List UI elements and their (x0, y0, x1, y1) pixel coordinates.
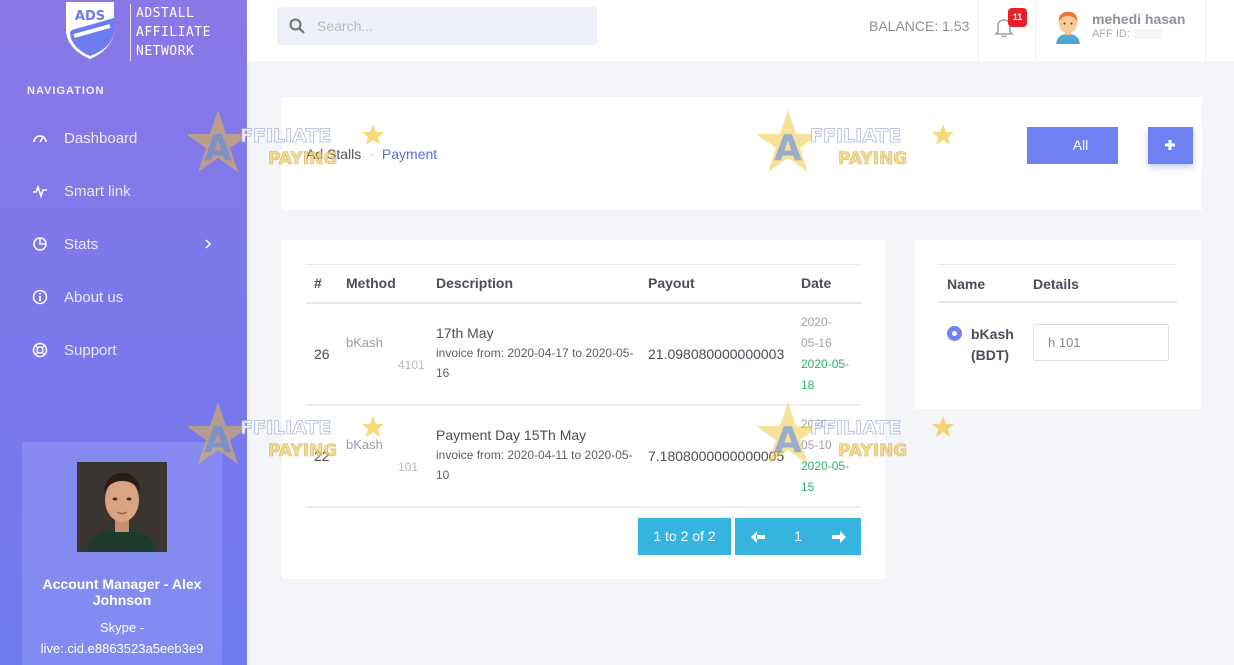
manager-skype-label: Skype - (99, 620, 145, 635)
table-row: 22 bKash 101 Payment Day 15Th May invoic… (306, 404, 861, 508)
aff-id: AFF ID: (1092, 28, 1162, 40)
date-primary: 2020-05-10 (801, 416, 832, 452)
description-invoice: invoice from: 2020-04-17 to 2020-05-16 (436, 345, 634, 380)
info-icon (32, 289, 48, 305)
breadcrumb: Ad Stalls · Payment (306, 146, 437, 162)
payment-method-name: bKash (BDT) (971, 326, 1014, 363)
table-header-row: # Method Description Payout Date (306, 264, 861, 304)
row-payout: 7.1808000000000005 (640, 404, 793, 508)
search-box (277, 7, 597, 45)
sidebar-item-label: About us (64, 288, 124, 306)
date-primary: 2020-05-16 (801, 314, 832, 350)
user-menu[interactable]: mehedi hasan AFF ID: (1036, 0, 1206, 61)
description-title: 17th May (436, 324, 494, 341)
sidebar: ADS ADSTALL AFFILIATE NETWORK NAVIGATION… (0, 0, 247, 665)
date-secondary: 2020-05-15 (801, 458, 850, 494)
add-button[interactable] (1148, 127, 1193, 164)
column-header-payout: Payout (640, 264, 793, 304)
method-number: 101 (398, 460, 419, 474)
date-secondary: 2020-05-18 (801, 356, 850, 392)
pagination-info: 1 to 2 of 2 (638, 518, 731, 555)
column-header-description: Description (428, 264, 640, 304)
brand-name: ADSTALL AFFILIATE NETWORK (130, 4, 211, 61)
row-method: bKash 101 (338, 404, 428, 508)
row-id: 26 (306, 302, 338, 406)
sidebar-item-support[interactable]: Support (0, 330, 247, 370)
pagination: 1 (735, 518, 861, 555)
svg-text:ADS: ADS (75, 9, 105, 24)
sidebar-item-stats[interactable]: Stats (0, 224, 247, 264)
description-title: Payment Day 15Th May (436, 426, 587, 443)
sidebar-item-label: Support (64, 341, 117, 359)
lifebuoy-icon (32, 342, 48, 358)
balance-display: BALANCE: 1.53 (869, 18, 970, 34)
arrow-left-icon[interactable] (749, 529, 767, 545)
description-invoice: invoice from: 2020-04-11 to 2020-05-10 (436, 447, 633, 482)
brand-logo[interactable]: ADS ADSTALL AFFILIATE NETWORK (60, 0, 210, 66)
pagination-page-button[interactable]: 1 (792, 518, 804, 555)
manager-name: Account Manager - Alex Johnson (42, 576, 202, 608)
payment-details-input[interactable] (1033, 324, 1169, 361)
topbar: BALANCE: 1.53 11 mehedi hasan AFF ID: (247, 0, 1234, 61)
shield-logo-icon: ADS (66, 2, 114, 59)
breadcrumb-card: Ad Stalls · Payment All (282, 97, 1202, 210)
breadcrumb-root[interactable]: Ad Stalls (306, 146, 361, 162)
user-name: mehedi hasan (1092, 11, 1186, 27)
column-header-date: Date (793, 264, 861, 304)
row-description: Payment Day 15Th May invoice from: 2020-… (428, 404, 640, 508)
column-header-method: Method (338, 264, 428, 304)
payments-card: # Method Description Payout Date 26 bKas… (282, 240, 885, 579)
manager-photo (77, 462, 167, 552)
payment-details-card: Name Details bKash (BDT) (915, 240, 1202, 409)
arrow-right-icon[interactable] (830, 529, 848, 545)
row-id: 22 (306, 404, 338, 508)
aff-id-redacted (1133, 29, 1162, 40)
breadcrumb-separator: · (369, 146, 374, 162)
row-date: 2020-05-16 2020-05-18 (793, 302, 861, 406)
payment-method-radio[interactable] (947, 326, 962, 341)
plus-icon (1165, 140, 1175, 150)
search-input[interactable] (317, 7, 587, 45)
column-header-name: Name (947, 276, 986, 292)
method-number: 4101 (398, 358, 425, 372)
column-header-id: # (306, 264, 338, 304)
breadcrumb-current[interactable]: Payment (382, 146, 437, 162)
payments-table: # Method Description Payout Date 26 bKas… (306, 264, 861, 508)
notification-badge: 11 (1008, 8, 1027, 27)
table-row: 26 bKash 4101 17th May invoice from: 202… (306, 302, 861, 406)
account-manager-card: Account Manager - Alex Johnson Skype - l… (22, 442, 222, 665)
method-name: bKash (346, 437, 383, 452)
row-method: bKash 4101 (338, 302, 428, 406)
row-date: 2020-05-10 2020-05-15 (793, 404, 861, 508)
sidebar-item-label: Smart link (64, 182, 131, 200)
nav-heading: NAVIGATION (27, 85, 105, 97)
manager-skype-id[interactable]: live:.cid.e8863523a5eeb3e9 (22, 641, 222, 656)
row-payout: 21.098080000000003 (640, 302, 793, 406)
avatar (1056, 11, 1080, 44)
gauge-icon (33, 135, 47, 143)
manager-portrait-icon (77, 462, 167, 552)
sidebar-item-smart-link[interactable]: Smart link (0, 171, 247, 211)
notifications-button[interactable]: 11 (978, 0, 1036, 61)
pulse-icon (33, 184, 47, 199)
chevron-right-icon (205, 239, 212, 249)
filter-all-button[interactable]: All (1027, 127, 1118, 164)
column-header-details: Details (1033, 276, 1079, 292)
search-icon (289, 18, 305, 34)
sidebar-item-about-us[interactable]: About us (0, 277, 247, 317)
details-header: Name Details (938, 264, 1177, 303)
pie-chart-icon (33, 237, 47, 251)
sidebar-item-label: Dashboard (64, 129, 138, 147)
sidebar-item-dashboard[interactable]: Dashboard (0, 118, 247, 158)
row-description: 17th May invoice from: 2020-04-17 to 202… (428, 302, 640, 406)
method-name: bKash (346, 335, 383, 350)
sidebar-item-label: Stats (64, 235, 99, 253)
